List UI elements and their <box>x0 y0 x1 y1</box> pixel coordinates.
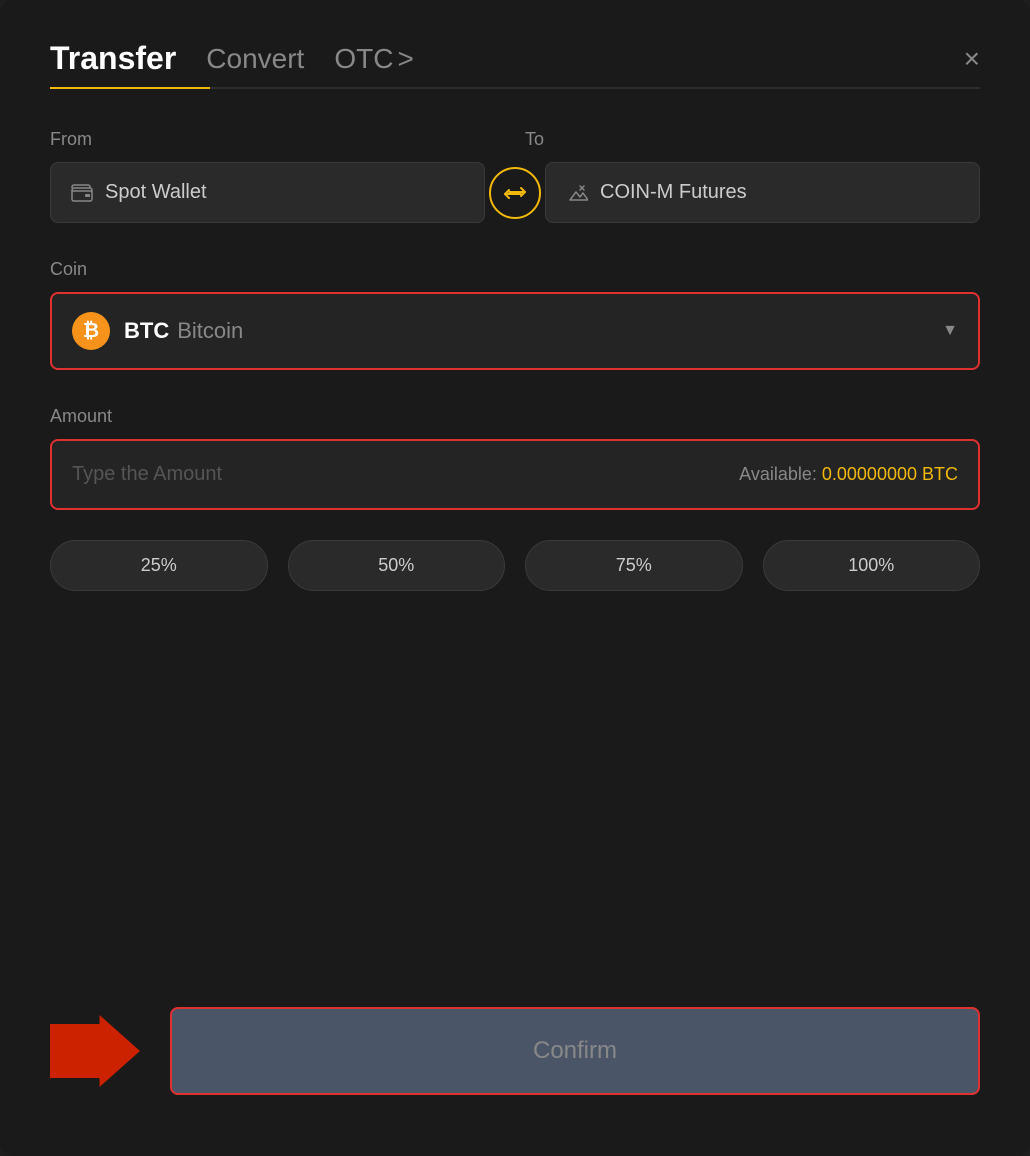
coin-label: Coin <box>50 259 980 280</box>
from-label: From <box>50 129 505 150</box>
from-to-section: From To Spot Wallet <box>50 129 980 223</box>
tab-otc[interactable]: OTC > <box>334 43 413 75</box>
amount-section: Amount Type the Amount Available: 0.0000… <box>50 406 980 510</box>
chevron-down-icon: ▼ <box>942 322 958 340</box>
red-arrow-icon <box>50 1006 140 1096</box>
tab-convert[interactable]: Convert <box>206 43 304 75</box>
to-wallet-selector[interactable]: COIN-M Futures <box>545 162 980 223</box>
coin-selector[interactable]: ₿ BTC Bitcoin ▼ <box>50 292 980 370</box>
coin-name: Bitcoin <box>177 318 243 344</box>
amount-available: Available: 0.00000000 BTC <box>739 464 958 485</box>
percentage-buttons: 25% 50% 75% 100% <box>50 540 980 591</box>
available-label: Available: <box>739 464 817 484</box>
btc-icon: ₿ <box>72 312 110 350</box>
transfer-modal: Transfer Convert OTC > × From To Spot Wa… <box>0 0 1030 1156</box>
pct-50-button[interactable]: 50% <box>288 540 506 591</box>
chevron-right-icon: > <box>397 43 413 75</box>
from-wallet-text: Spot Wallet <box>105 181 207 204</box>
tab-divider <box>50 87 980 89</box>
modal-header: Transfer Convert OTC > × <box>50 40 980 77</box>
from-wallet-selector[interactable]: Spot Wallet <box>50 162 485 223</box>
amount-label: Amount <box>50 406 980 427</box>
tab-transfer[interactable]: Transfer <box>50 40 176 77</box>
arrow-indicator <box>50 1006 140 1096</box>
pct-100-button[interactable]: 100% <box>763 540 981 591</box>
pct-25-button[interactable]: 25% <box>50 540 268 591</box>
bottom-area: Confirm <box>50 1006 980 1096</box>
swap-btn-container <box>485 167 545 219</box>
to-wallet-text: COIN-M Futures <box>600 181 747 204</box>
close-button[interactable]: × <box>964 45 980 73</box>
swap-icon <box>502 180 528 206</box>
futures-icon <box>566 182 588 204</box>
btc-symbol-icon: ₿ <box>83 320 99 343</box>
wallet-icon <box>71 184 93 202</box>
amount-placeholder: Type the Amount <box>72 463 222 486</box>
swap-button[interactable] <box>489 167 541 219</box>
amount-input-box[interactable]: Type the Amount Available: 0.00000000 BT… <box>50 439 980 510</box>
from-to-selectors: Spot Wallet COIN <box>50 162 980 223</box>
coin-symbol: BTC <box>124 318 169 344</box>
to-label: To <box>525 129 980 150</box>
confirm-button[interactable]: Confirm <box>170 1007 980 1095</box>
available-value: 0.00000000 BTC <box>822 464 958 484</box>
from-to-labels: From To <box>50 129 980 150</box>
pct-75-button[interactable]: 75% <box>525 540 743 591</box>
coin-section: Coin ₿ BTC Bitcoin ▼ <box>50 259 980 370</box>
